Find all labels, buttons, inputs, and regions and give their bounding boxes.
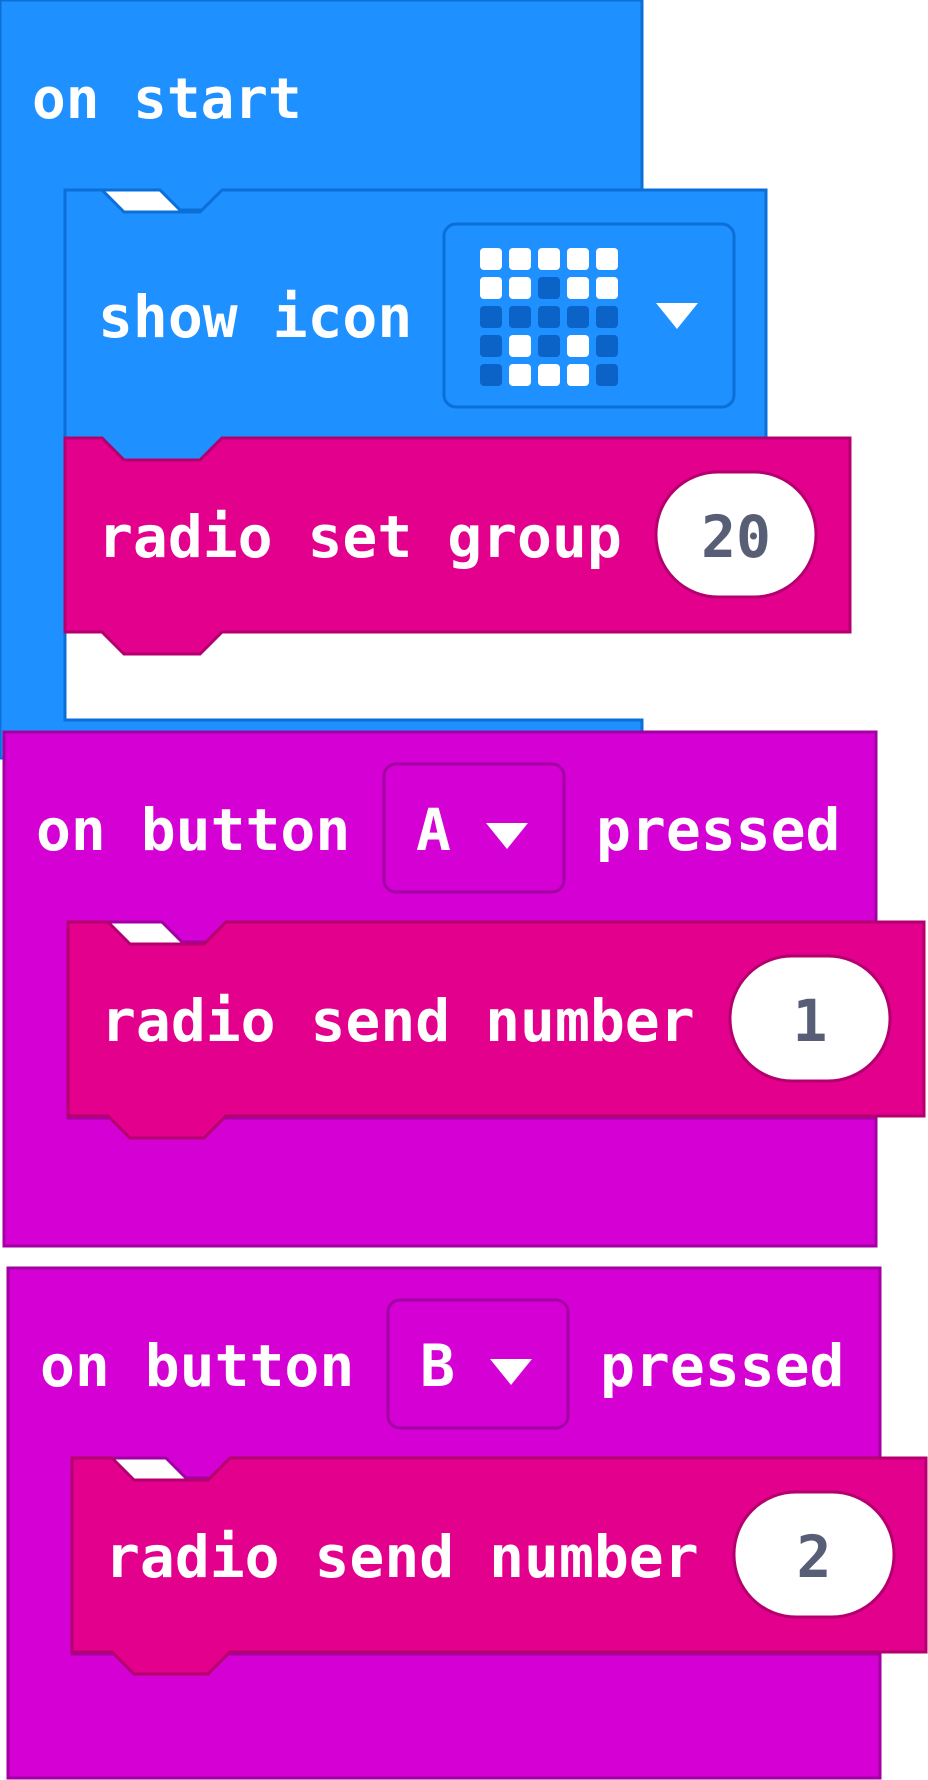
blocks-workspace: on start show icon radio set group 20 on… [0,0,928,1780]
button-b-value[interactable]: B [420,1332,455,1400]
led-cell [538,335,560,357]
led-cell [480,248,502,270]
show-icon-block[interactable]: show icon [63,188,768,462]
radio-send-number-b-label: radio send number [105,1523,699,1591]
heart-icon [480,248,618,386]
led-cell [480,306,502,328]
led-cell [538,277,560,299]
send-number-a-value[interactable]: 1 [793,987,828,1055]
on-button-a-prefix: on button [36,796,350,864]
led-cell [596,277,618,299]
send-number-b-value[interactable]: 2 [797,1523,832,1591]
radio-send-number-a-block[interactable]: radio send number 1 [66,920,926,1140]
led-cell [509,364,531,386]
group-number-value[interactable]: 20 [701,503,771,571]
led-cell [596,364,618,386]
led-cell [538,306,560,328]
on-button-a-suffix: pressed [596,796,840,864]
led-cell [596,306,618,328]
led-cell [567,277,589,299]
on-start-label: on start [32,67,302,132]
radio-send-number-b-block[interactable]: radio send number 2 [70,1456,928,1676]
led-cell [596,248,618,270]
led-cell [567,306,589,328]
led-cell [567,335,589,357]
button-a-value[interactable]: A [416,796,451,864]
led-cell [509,277,531,299]
led-cell [509,335,531,357]
radio-set-group-label: radio set group [98,503,622,571]
led-cell [480,335,502,357]
on-button-b-prefix: on button [40,1332,354,1400]
led-cell [480,277,502,299]
radio-set-group-block[interactable]: radio set group 20 [63,436,852,656]
show-icon-label: show icon [98,283,412,351]
led-cell [538,248,560,270]
button-b-dropdown[interactable] [386,1298,570,1430]
led-cell [567,364,589,386]
radio-send-number-a-label: radio send number [101,987,695,1055]
led-cell [509,248,531,270]
on-button-b-suffix: pressed [600,1332,844,1400]
button-a-dropdown[interactable] [382,762,566,894]
led-cell [567,248,589,270]
led-cell [596,335,618,357]
led-cell [480,364,502,386]
led-cell [509,306,531,328]
led-cell [538,364,560,386]
